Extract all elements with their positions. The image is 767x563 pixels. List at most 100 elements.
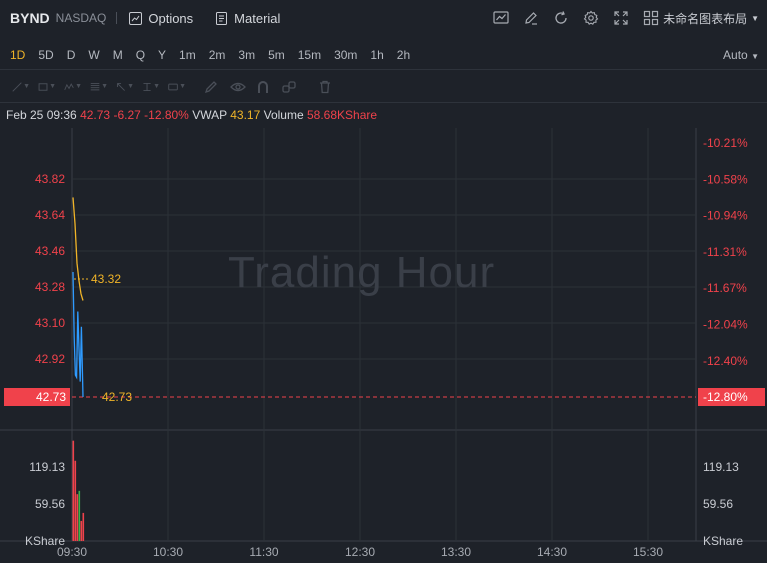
chevron-down-icon: ▼ bbox=[127, 83, 134, 90]
settings-gear-icon[interactable] bbox=[583, 10, 599, 26]
period-day[interactable]: D bbox=[67, 48, 76, 62]
period-15m[interactable]: 15m bbox=[298, 48, 321, 62]
header-divider bbox=[116, 12, 118, 24]
fullscreen-icon[interactable] bbox=[613, 10, 629, 26]
percent-tick-label: -10.58% bbox=[703, 172, 748, 186]
lock-tool[interactable] bbox=[282, 78, 300, 96]
options-chart-icon bbox=[129, 11, 143, 25]
fibonacci-tool[interactable]: ▼ bbox=[90, 78, 108, 96]
percent-tick-label: -11.67% bbox=[703, 281, 747, 295]
period-1d[interactable]: 1D bbox=[10, 48, 25, 62]
price-tick-label: 43.10 bbox=[35, 316, 65, 330]
price-tick-label: 42.92 bbox=[35, 352, 65, 366]
fib-lines-icon bbox=[90, 82, 100, 90]
layout-selector[interactable]: 未命名图表布局 ▼ bbox=[663, 0, 759, 36]
volume-unit-label: KShare bbox=[703, 534, 743, 548]
current-pct-badge-text: -12.80% bbox=[703, 390, 748, 404]
volume-tick-label: 59.56 bbox=[703, 497, 733, 511]
intraday-chart[interactable]: 09:30 10:30 11:30 12:30 13:30 14:30 15:3043.82… bbox=[0, 128, 767, 563]
document-icon bbox=[216, 11, 228, 25]
period-2h[interactable]: 2h bbox=[397, 48, 410, 62]
brush-icon bbox=[204, 80, 217, 93]
chevron-down-icon: ▼ bbox=[153, 83, 160, 90]
link-icon bbox=[282, 80, 296, 93]
auto-label: Auto bbox=[723, 48, 748, 62]
delete-tool[interactable] bbox=[318, 78, 336, 96]
pattern-tool[interactable]: ▼ bbox=[64, 78, 82, 96]
trend-line-tool[interactable]: ▼ bbox=[12, 78, 30, 96]
magnet-tool[interactable] bbox=[256, 78, 274, 96]
chevron-down-icon: ▼ bbox=[23, 83, 30, 90]
period-2m[interactable]: 2m bbox=[209, 48, 226, 62]
refresh-icon[interactable] bbox=[553, 10, 569, 26]
visibility-toggle[interactable] bbox=[230, 78, 248, 96]
trading-hour-watermark: Trading Hour bbox=[228, 248, 496, 297]
percent-tick-label: -12.40% bbox=[703, 354, 748, 368]
chevron-down-icon: ▼ bbox=[75, 83, 82, 90]
vwap-label: VWAP bbox=[192, 108, 227, 122]
quote-change: -6.27 bbox=[113, 108, 141, 122]
options-label: Options bbox=[148, 10, 194, 26]
period-5d[interactable]: 5D bbox=[38, 48, 53, 62]
quote-info-line: Feb 25 09:36 42.73 -6.27 -12.80% VWAP 43… bbox=[6, 108, 377, 122]
rectangle-icon bbox=[38, 82, 48, 91]
volume-bar bbox=[72, 440, 75, 541]
arrow-tool[interactable]: ▼ bbox=[116, 78, 134, 96]
line-icon bbox=[12, 81, 22, 92]
period-year[interactable]: Y bbox=[158, 48, 166, 62]
shape-tool[interactable]: ▼ bbox=[38, 78, 56, 96]
trash-icon bbox=[320, 80, 330, 93]
quote-datetime: Feb 25 09:36 bbox=[6, 108, 77, 122]
volume-tick-label: 119.13 bbox=[703, 460, 739, 474]
chevron-down-icon: ▼ bbox=[49, 83, 56, 90]
period-1m[interactable]: 1m bbox=[179, 48, 196, 62]
volume-label: Volume bbox=[263, 108, 304, 122]
symbol-ticker[interactable]: BYND bbox=[10, 10, 50, 26]
percent-tick-label: -11.31% bbox=[703, 245, 747, 259]
volume-bar bbox=[76, 494, 79, 541]
options-button[interactable]: Options bbox=[129, 11, 193, 26]
magnet-icon bbox=[258, 80, 268, 93]
arrow-icon bbox=[116, 82, 125, 91]
volume-tick-label: 119.13 bbox=[29, 460, 65, 474]
price-tick-label: 43.46 bbox=[35, 244, 65, 258]
period-5m[interactable]: 5m bbox=[268, 48, 285, 62]
period-bar: 1D 5D D W M Q Y 1m 2m 3m 5m 15m 30m 1h 2… bbox=[0, 40, 767, 70]
brush-tool[interactable] bbox=[204, 78, 222, 96]
period-3m[interactable]: 3m bbox=[238, 48, 255, 62]
material-button[interactable]: Material bbox=[215, 11, 280, 26]
quote-change-pct: -12.80% bbox=[144, 108, 189, 122]
volume-tick-label: 59.56 bbox=[35, 497, 65, 511]
period-1h[interactable]: 1h bbox=[370, 48, 383, 62]
chart-type-icon[interactable] bbox=[493, 10, 509, 26]
period-30m[interactable]: 30m bbox=[334, 48, 357, 62]
annotation-tool[interactable]: ▼ bbox=[168, 78, 186, 96]
percent-tick-label: -10.94% bbox=[703, 209, 748, 223]
percent-tick-label: -12.04% bbox=[703, 318, 748, 332]
measure-tool[interactable]: ▼ bbox=[142, 78, 160, 96]
vwap-value: 43.17 bbox=[230, 108, 261, 122]
eye-icon bbox=[230, 82, 246, 91]
vwap-line bbox=[72, 197, 84, 301]
label-icon bbox=[168, 83, 178, 90]
volume-value: 58.68KShare bbox=[306, 108, 378, 122]
volume-bar bbox=[80, 520, 83, 541]
volume-unit-label: KShare bbox=[25, 534, 65, 548]
measure-icon bbox=[143, 82, 151, 91]
edit-pen-icon[interactable] bbox=[523, 10, 539, 26]
price-line bbox=[72, 271, 84, 398]
volume-bar bbox=[74, 460, 77, 541]
grid-layout-icon[interactable] bbox=[643, 10, 659, 26]
time-tick-label: 10:30 bbox=[153, 545, 183, 559]
period-month[interactable]: M bbox=[113, 48, 123, 62]
current-price-badge-text: 42.73 bbox=[36, 390, 66, 404]
avg-price-callout: 43.32 bbox=[91, 272, 121, 286]
period-week[interactable]: W bbox=[88, 48, 99, 62]
last-price-callout: 42.73 bbox=[102, 390, 132, 404]
auto-scale-selector[interactable]: Auto ▼ bbox=[723, 48, 759, 62]
material-label: Material bbox=[234, 10, 281, 26]
price-tick-label: 43.64 bbox=[35, 208, 65, 222]
period-quarter[interactable]: Q bbox=[136, 48, 145, 62]
volume-bar bbox=[78, 490, 81, 541]
time-tick-label: 13:30 bbox=[441, 545, 471, 559]
